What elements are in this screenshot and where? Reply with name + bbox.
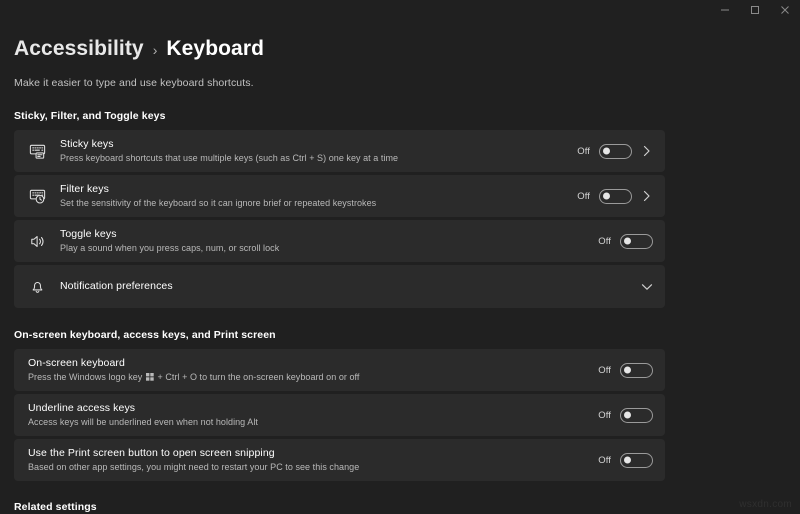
- section-sticky-filter-toggle: Sticky, Filter, and Toggle keys Sticky k…: [0, 110, 800, 308]
- setting-description-before: Press the Windows logo key: [28, 372, 142, 382]
- setting-controls: Off: [588, 234, 653, 249]
- setting-controls: [631, 283, 653, 291]
- setting-title: Notification preferences: [60, 280, 631, 293]
- setting-controls: Off: [588, 453, 653, 468]
- setting-description: Based on other app settings, you might n…: [28, 461, 588, 473]
- setting-controls: Off: [588, 363, 653, 378]
- toggle-keys-icon: [14, 232, 60, 251]
- setting-text: Toggle keys Play a sound when you press …: [60, 222, 588, 261]
- breadcrumb-separator-icon: ›: [153, 40, 158, 58]
- sticky-keys-icon: [14, 142, 60, 161]
- setting-title: Toggle keys: [60, 228, 588, 241]
- setting-row-filter-keys[interactable]: Filter keys Set the sensitivity of the k…: [14, 175, 665, 217]
- section-title: On-screen keyboard, access keys, and Pri…: [0, 329, 800, 341]
- setting-controls: Off: [567, 144, 653, 159]
- setting-row-sticky-keys[interactable]: Sticky keys Press keyboard shortcuts tha…: [14, 130, 665, 172]
- setting-row-toggle-keys[interactable]: Toggle keys Play a sound when you press …: [14, 220, 665, 262]
- filter-keys-icon: [14, 187, 60, 206]
- setting-controls: Off: [588, 408, 653, 423]
- section-title: Sticky, Filter, and Toggle keys: [0, 110, 800, 122]
- toggle-state-label: Off: [598, 410, 611, 421]
- toggle-state-label: Off: [598, 365, 611, 376]
- setting-text: Notification preferences: [60, 274, 631, 300]
- setting-row-on-screen-keyboard[interactable]: On-screen keyboard Press the Windows log…: [14, 349, 665, 391]
- setting-text: Use the Print screen button to open scre…: [14, 441, 588, 480]
- sticky-keys-toggle[interactable]: [599, 144, 632, 159]
- underline-access-keys-toggle[interactable]: [620, 408, 653, 423]
- page-subtitle: Make it easier to type and use keyboard …: [14, 77, 800, 89]
- setting-row-print-screen-snipping[interactable]: Use the Print screen button to open scre…: [14, 439, 665, 481]
- section-related-settings: Related settings: [0, 501, 800, 513]
- minimize-button[interactable]: [710, 0, 740, 20]
- breadcrumb: Accessibility › Keyboard: [14, 32, 800, 66]
- bell-icon: [14, 277, 60, 296]
- section-cards: Sticky keys Press keyboard shortcuts tha…: [0, 130, 800, 308]
- setting-text: Underline access keys Access keys will b…: [14, 396, 588, 435]
- chevron-right-icon[interactable]: [641, 145, 653, 157]
- on-screen-keyboard-toggle[interactable]: [620, 363, 653, 378]
- toggle-state-label: Off: [577, 146, 590, 157]
- chevron-right-icon[interactable]: [641, 190, 653, 202]
- setting-text: Filter keys Set the sensitivity of the k…: [60, 177, 567, 216]
- toggle-state-label: Off: [598, 455, 611, 466]
- title-bar: [0, 0, 800, 30]
- setting-controls: Off: [567, 189, 653, 204]
- page-content: Accessibility › Keyboard Make it easier …: [0, 32, 800, 513]
- setting-row-notification-preferences[interactable]: Notification preferences: [14, 265, 665, 308]
- setting-description-after: + Ctrl + O to turn the on-screen keyboar…: [157, 372, 359, 382]
- filter-keys-toggle[interactable]: [599, 189, 632, 204]
- close-icon: [780, 5, 790, 15]
- section-onscreen-keyboard: On-screen keyboard, access keys, and Pri…: [0, 329, 800, 481]
- minimize-icon: [720, 5, 730, 15]
- toggle-state-label: Off: [598, 236, 611, 247]
- related-settings-title: Related settings: [0, 501, 800, 513]
- toggle-state-label: Off: [577, 191, 590, 202]
- windows-logo-icon: [146, 373, 154, 381]
- restore-button[interactable]: [740, 0, 770, 20]
- setting-title: Use the Print screen button to open scre…: [28, 447, 588, 460]
- setting-text: Sticky keys Press keyboard shortcuts tha…: [60, 132, 567, 171]
- print-screen-snipping-toggle[interactable]: [620, 453, 653, 468]
- page-title: Keyboard: [166, 37, 264, 61]
- setting-title: Underline access keys: [28, 402, 588, 415]
- setting-description: Access keys will be underlined even when…: [28, 416, 588, 428]
- setting-description: Set the sensitivity of the keyboard so i…: [60, 197, 567, 209]
- setting-description: Press keyboard shortcuts that use multip…: [60, 152, 567, 164]
- setting-description: Play a sound when you press caps, num, o…: [60, 242, 588, 254]
- setting-title: On-screen keyboard: [28, 357, 588, 370]
- chevron-down-icon[interactable]: [641, 283, 653, 291]
- breadcrumb-root[interactable]: Accessibility: [14, 37, 144, 61]
- setting-title: Sticky keys: [60, 138, 567, 151]
- watermark: wsxdn.com: [739, 499, 792, 510]
- setting-text: On-screen keyboard Press the Windows log…: [14, 351, 588, 390]
- restore-icon: [750, 5, 760, 15]
- close-button[interactable]: [770, 0, 800, 20]
- setting-title: Filter keys: [60, 183, 567, 196]
- toggle-keys-toggle[interactable]: [620, 234, 653, 249]
- page-header: Accessibility › Keyboard Make it easier …: [0, 32, 800, 89]
- section-cards: On-screen keyboard Press the Windows log…: [0, 349, 800, 481]
- setting-description: Press the Windows logo key + Ctrl + O to…: [28, 371, 588, 383]
- setting-row-underline-access-keys[interactable]: Underline access keys Access keys will b…: [14, 394, 665, 436]
